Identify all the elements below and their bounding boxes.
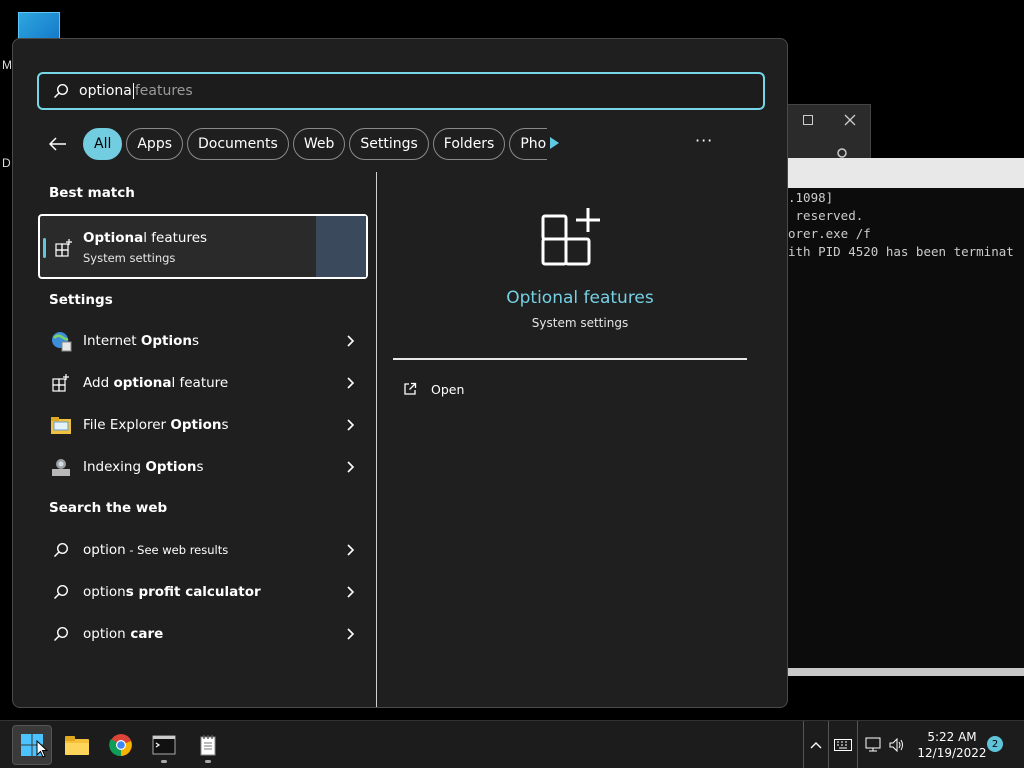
web-result-label: option care: [83, 626, 164, 642]
settings-item-label: Indexing Options: [83, 459, 204, 475]
pane-divider: [376, 172, 377, 707]
optional-features-icon: [49, 371, 73, 395]
folder-icon: [65, 736, 89, 755]
filter-folders[interactable]: Folders: [432, 128, 506, 160]
detail-divider: [393, 358, 747, 360]
chevron-right-icon: [347, 377, 355, 389]
search-input[interactable]: optiona features: [37, 72, 765, 110]
tray-separator: [857, 721, 858, 768]
mouse-cursor-icon: [36, 740, 48, 758]
network-icon: [865, 737, 881, 752]
settings-item-internet-options[interactable]: Internet Options: [49, 323, 355, 359]
close-icon[interactable]: [829, 105, 871, 135]
search-icon: [53, 83, 69, 99]
web-result-item[interactable]: option - See web results: [49, 532, 355, 568]
search-icon: [49, 580, 73, 604]
web-result-label: option - See web results: [83, 542, 229, 558]
best-match-thumbnail: [316, 216, 366, 277]
taskbar: 5:22 AM 12/19/2022: [0, 720, 1024, 768]
more-options-button[interactable]: ···: [695, 131, 713, 150]
notification-badge[interactable]: 2: [987, 736, 1003, 752]
chrome-button[interactable]: [101, 725, 141, 765]
detail-title: Optional features: [506, 288, 654, 308]
horizontal-scrollbar[interactable]: [788, 668, 1024, 676]
terminal-window: .1098] reserved. orer.exe /f ith PID 452…: [788, 158, 1024, 676]
volume-button[interactable]: [886, 725, 908, 765]
chrome-icon: [109, 734, 132, 757]
search-icon: [49, 538, 73, 562]
desktop-label-d: D: [2, 156, 11, 170]
file-explorer-button[interactable]: [57, 725, 97, 765]
filter-photos[interactable]: Pho: [509, 128, 548, 160]
folder-icon: [49, 413, 73, 437]
filter-web[interactable]: Web: [292, 128, 346, 160]
show-hidden-icons-button[interactable]: [804, 725, 828, 765]
running-indicator: [205, 760, 211, 763]
settings-item-file-explorer-options[interactable]: File Explorer Options: [49, 407, 355, 443]
search-typed-text: optiona: [79, 83, 132, 99]
chevron-right-icon: [347, 586, 355, 598]
filter-bar: All Apps Documents Web Settings Folders …: [43, 128, 551, 160]
speaker-icon: [889, 738, 903, 752]
terminal-button[interactable]: [144, 725, 184, 765]
running-indicator: [161, 760, 167, 763]
chevron-right-icon: [347, 628, 355, 640]
web-result-item[interactable]: options profit calculator: [49, 574, 355, 610]
filter-documents[interactable]: Documents: [187, 128, 289, 160]
filter-all[interactable]: All: [83, 128, 123, 160]
search-suggestion-text: features: [134, 83, 193, 99]
keyboard-button[interactable]: [830, 725, 856, 765]
start-menu: optiona features All Apps Documents Web …: [12, 38, 788, 708]
best-match-subtitle: System settings: [83, 251, 176, 265]
best-match-title: Optional features: [83, 230, 208, 246]
clock-date: 12/19/2022: [917, 746, 987, 760]
chevron-right-icon: [347, 335, 355, 347]
settings-item-label: File Explorer Options: [83, 417, 229, 433]
maximize-icon[interactable]: [787, 105, 829, 135]
section-search-web: Search the web: [49, 500, 168, 516]
settings-item-label: Add optional feature: [83, 375, 229, 391]
chevron-right-icon: [347, 419, 355, 431]
terminal-icon: [152, 735, 176, 755]
desktop-label-m: M: [2, 58, 12, 72]
detail-subtitle: System settings: [531, 316, 629, 330]
back-arrow-icon[interactable]: [43, 129, 73, 159]
best-match-item[interactable]: Optional features System settings: [38, 214, 368, 279]
indexing-icon: [49, 455, 73, 479]
optional-features-icon: [540, 206, 604, 274]
settings-item-indexing-options[interactable]: Indexing Options: [49, 449, 355, 485]
terminal-line: orer.exe /f: [788, 226, 871, 241]
network-button[interactable]: [862, 725, 886, 765]
chevron-up-icon: [810, 742, 822, 749]
web-result-item[interactable]: option care: [49, 616, 355, 652]
chevron-right-icon: [347, 461, 355, 473]
optional-features-icon: [54, 238, 74, 262]
terminal-line: ith PID 4520 has been terminat: [788, 244, 1014, 259]
background-window: [786, 104, 871, 160]
open-label: Open: [431, 381, 465, 397]
open-external-icon: [404, 382, 417, 395]
clock[interactable]: 5:22 AM 12/19/2022: [912, 729, 992, 761]
web-result-label: options profit calculator: [83, 584, 261, 600]
open-action[interactable]: Open: [403, 379, 464, 399]
notepad-button[interactable]: [188, 725, 228, 765]
tray-separator: [828, 721, 829, 768]
section-settings: Settings: [49, 292, 113, 308]
filter-settings[interactable]: Settings: [349, 128, 429, 160]
settings-item-label: Internet Options: [83, 333, 200, 349]
clock-time: 5:22 AM: [927, 730, 977, 744]
settings-item-add-optional-feature[interactable]: Add optional feature: [49, 365, 355, 401]
scroll-filters-right-icon[interactable]: [550, 137, 559, 149]
selection-indicator: [43, 238, 46, 258]
filter-apps[interactable]: Apps: [126, 128, 184, 160]
globe-icon: [49, 329, 73, 353]
search-icon: [49, 622, 73, 646]
keyboard-icon: [834, 739, 852, 751]
section-best-match: Best match: [49, 185, 135, 201]
chevron-right-icon: [347, 544, 355, 556]
notepad-icon: [200, 735, 216, 756]
terminal-line: .1098]: [788, 190, 834, 205]
terminal-line: reserved.: [788, 208, 864, 223]
text-caret: [132, 83, 134, 99]
